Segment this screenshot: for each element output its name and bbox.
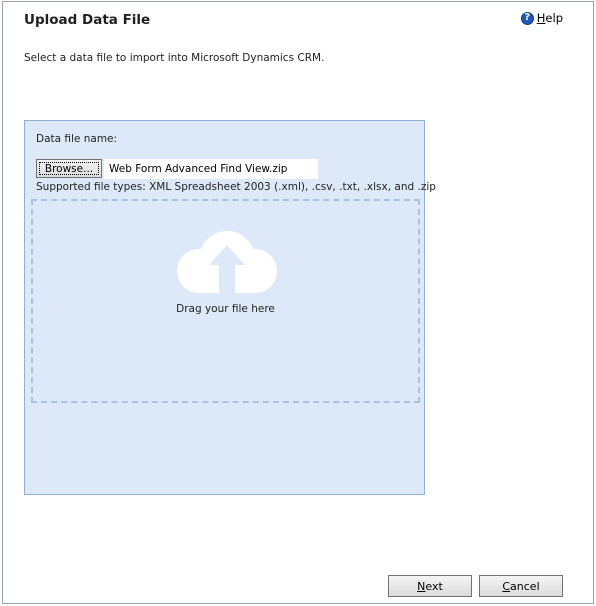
data-file-name-label: Data file name: [36,133,118,145]
next-button[interactable]: Next [388,575,472,597]
upload-data-file-dialog: Upload Data File ? Help Select a data fi… [2,1,594,604]
cancel-button[interactable]: Cancel [479,575,563,597]
help-icon: ? [520,11,534,25]
drop-zone-text: Drag your file here [176,303,275,315]
help-link[interactable]: ? Help [520,11,563,25]
dialog-title: Upload Data File [24,12,151,28]
file-drop-zone[interactable]: Drag your file here [31,199,420,403]
supported-file-types-text: Supported file types: XML Spreadsheet 20… [36,181,436,193]
upload-panel: Data file name: Browse... Web Form Advan… [24,120,436,495]
browse-button[interactable]: Browse... [36,159,102,178]
instructions-text: Select a data file to import into Micros… [24,52,325,64]
help-link-label: Help [536,11,563,25]
cloud-upload-icon [177,231,277,293]
file-name-field[interactable]: Web Form Advanced Find View.zip [104,159,318,179]
